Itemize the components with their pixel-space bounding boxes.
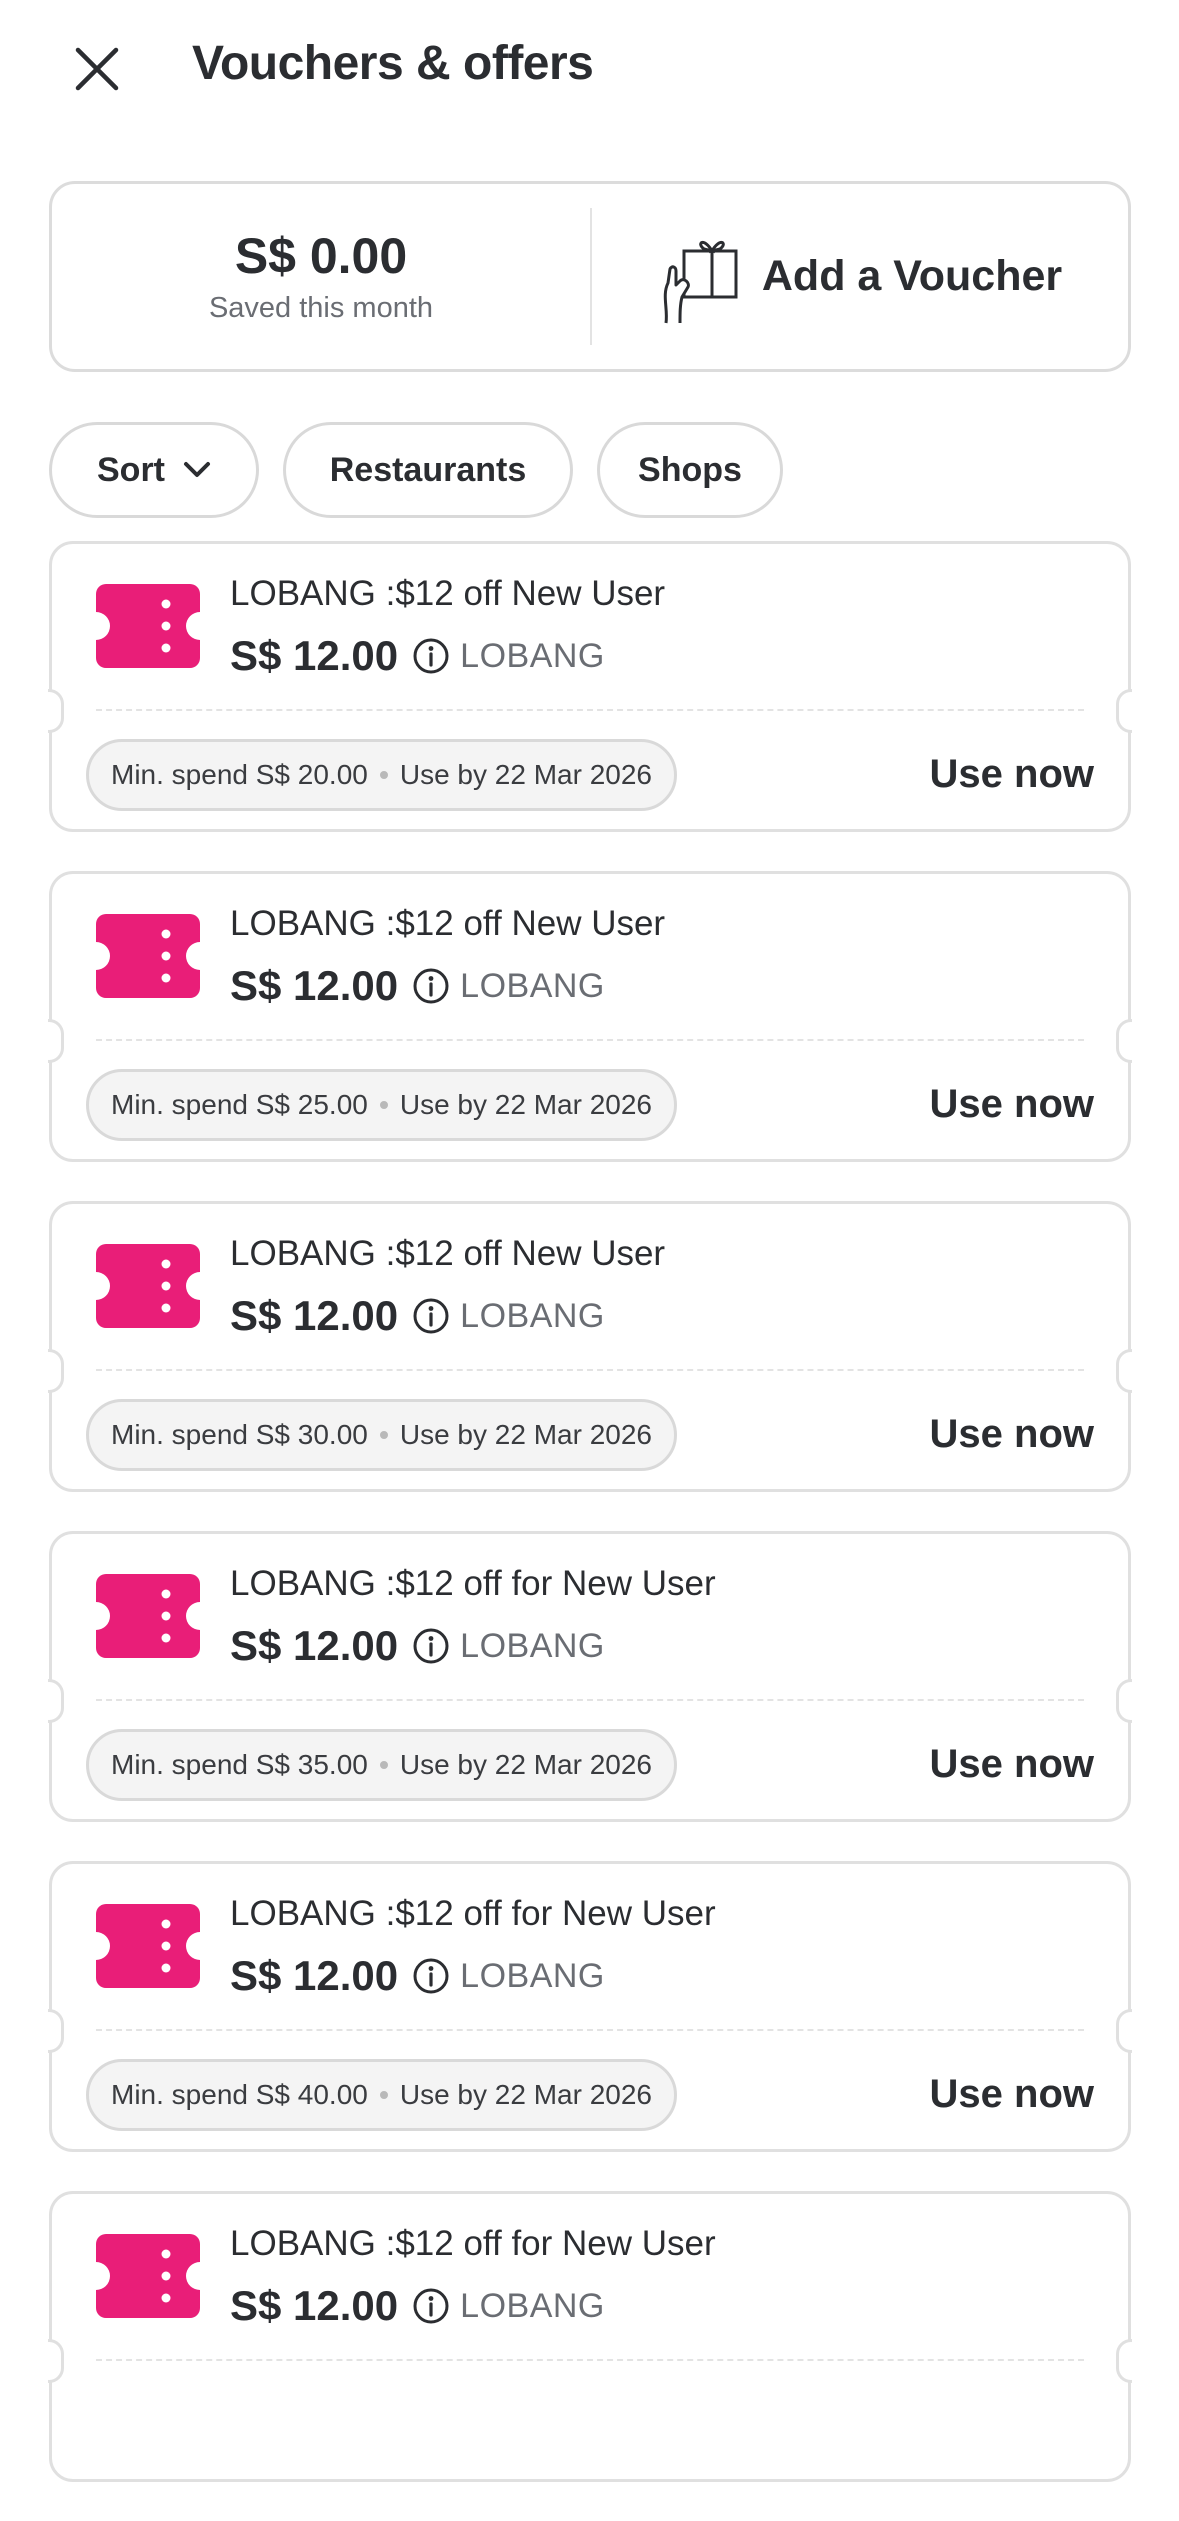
min-spend: Min. spend S$ 25.00 [111,1089,368,1120]
add-voucher-label: Add a Voucher [761,252,1063,300]
voucher-card[interactable]: LOBANG :$12 off New User S$ 12.00 LOBANG… [32,541,1148,832]
info-icon[interactable] [412,637,450,675]
ticket-icon [96,1574,200,1658]
voucher-title: LOBANG :$12 off New User [230,574,666,613]
voucher-amount-row: S$ 12.00 LOBANG [230,1290,605,1342]
saved-caption: Saved this month [208,291,434,324]
voucher-conditions: Min. spend S$ 30.00 Use by 22 Mar 2026 [86,1399,677,1471]
voucher-title: LOBANG :$12 off for New User [230,1564,716,1603]
voucher-amount-row: S$ 12.00 LOBANG [230,960,605,1012]
voucher-amount: S$ 12.00 [230,1622,399,1669]
voucher-title: LOBANG :$12 off New User [230,1234,666,1273]
ticket-icon [96,1904,200,1988]
saved-amount: S$ 0.00 [234,227,408,284]
info-icon[interactable] [412,1627,450,1665]
voucher-amount-row: S$ 12.00 LOBANG [230,1950,605,2002]
voucher-amount: S$ 12.00 [230,632,399,679]
info-icon[interactable] [412,1297,450,1335]
ticket-divider [96,709,1084,711]
use-by-date: Use by 22 Mar 2026 [399,759,652,790]
page-title: Vouchers & offers [192,37,594,90]
voucher-brand: LOBANG [460,1956,605,1995]
info-icon[interactable] [412,967,450,1005]
voucher-brand: LOBANG [460,1296,605,1335]
ticket-divider [96,2029,1084,2031]
ticket-divider [96,2359,1084,2361]
voucher-list: LOBANG :$12 off New User S$ 12.00 LOBANG… [32,541,1148,2521]
savings-summary-card: S$ 0.00 Saved this month Add a Voucher [49,181,1131,372]
ticket-icon [96,2234,200,2318]
ticket-icon [96,914,200,998]
add-voucher-button[interactable]: Add a Voucher [592,184,1128,369]
separator-dot [379,1101,388,1109]
voucher-amount-row: S$ 12.00 LOBANG [230,1620,605,1672]
ticket-icon [96,1244,200,1328]
separator-dot [379,771,388,779]
min-spend: Min. spend S$ 40.00 [111,2079,368,2110]
gift-hand-icon [663,240,738,323]
min-spend: Min. spend S$ 30.00 [111,1419,368,1450]
voucher-brand: LOBANG [460,2286,605,2325]
voucher-amount: S$ 12.00 [230,2282,399,2329]
info-icon[interactable] [412,1957,450,1995]
close-button[interactable] [62,34,132,104]
voucher-conditions: Min. spend S$ 40.00 Use by 22 Mar 2026 [86,2059,677,2131]
voucher-card[interactable]: LOBANG :$12 off New User S$ 12.00 LOBANG… [32,1201,1148,1492]
voucher-conditions: Min. spend S$ 20.00 Use by 22 Mar 2026 [86,739,677,811]
voucher-conditions: Min. spend S$ 35.00 Use by 22 Mar 2026 [86,1729,677,1801]
min-spend: Min. spend S$ 20.00 [111,759,368,790]
info-icon[interactable] [412,2287,450,2325]
voucher-title: LOBANG :$12 off New User [230,904,666,943]
use-now-button[interactable]: Use now [930,1082,1094,1127]
min-spend: Min. spend S$ 35.00 [111,1749,368,1780]
ticket-divider [96,1039,1084,1041]
voucher-amount-row: S$ 12.00 LOBANG [230,630,605,682]
use-now-button[interactable]: Use now [930,1742,1094,1787]
close-icon [75,47,119,91]
voucher-brand: LOBANG [460,966,605,1005]
voucher-amount-row: S$ 12.00 LOBANG [230,2280,605,2332]
restaurants-chip[interactable]: Restaurants [283,422,573,518]
use-now-button[interactable]: Use now [930,1412,1094,1457]
use-by-date: Use by 22 Mar 2026 [399,2079,652,2110]
separator-dot [379,1431,388,1439]
saved-this-month: S$ 0.00 Saved this month [52,184,590,369]
ticket-divider [96,1699,1084,1701]
voucher-amount: S$ 12.00 [230,962,399,1009]
sort-chip[interactable]: Sort [49,422,259,518]
use-by-date: Use by 22 Mar 2026 [399,1089,652,1120]
use-by-date: Use by 22 Mar 2026 [399,1749,652,1780]
shops-chip[interactable]: Shops [597,422,783,518]
voucher-brand: LOBANG [460,636,605,675]
voucher-amount: S$ 12.00 [230,1292,399,1339]
ticket-icon [96,584,200,668]
use-by-date: Use by 22 Mar 2026 [399,1419,652,1450]
chevron-down-icon [184,462,210,477]
voucher-card[interactable]: LOBANG :$12 off for New User S$ 12.00 LO… [32,1861,1148,2152]
voucher-amount: S$ 12.00 [230,1952,399,1999]
voucher-card[interactable]: LOBANG :$12 off for New User S$ 12.00 LO… [32,2191,1148,2482]
header: Vouchers & offers [0,0,1179,150]
voucher-title: LOBANG :$12 off for New User [230,1894,716,1933]
use-now-button[interactable]: Use now [930,2072,1094,2117]
voucher-title: LOBANG :$12 off for New User [230,2224,716,2263]
use-now-button[interactable]: Use now [930,752,1094,797]
separator-dot [379,2091,388,2099]
voucher-brand: LOBANG [460,1626,605,1665]
sort-label: Sort [97,450,165,489]
filter-bar: Sort Restaurants Shops [49,422,807,518]
voucher-card[interactable]: LOBANG :$12 off for New User S$ 12.00 LO… [32,1531,1148,1822]
separator-dot [379,1761,388,1769]
voucher-card[interactable]: LOBANG :$12 off New User S$ 12.00 LOBANG… [32,871,1148,1162]
voucher-conditions: Min. spend S$ 25.00 Use by 22 Mar 2026 [86,1069,677,1141]
ticket-divider [96,1369,1084,1371]
